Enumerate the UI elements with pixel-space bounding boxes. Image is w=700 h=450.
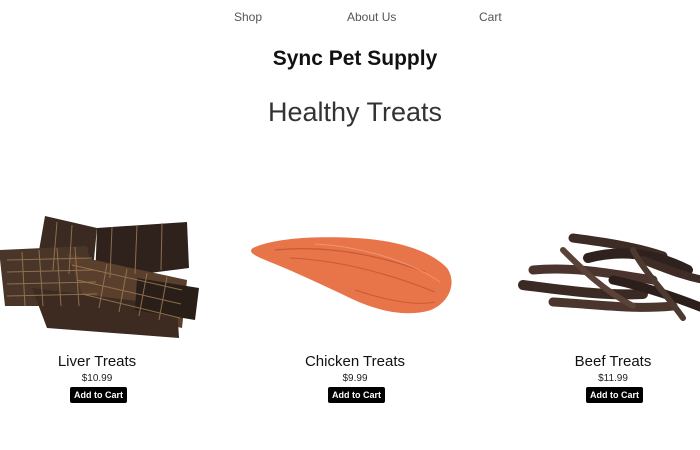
product-name: Chicken Treats xyxy=(304,353,406,370)
product-card: Liver Treats $10.99 Add to Cart xyxy=(0,210,217,410)
brand-title: Sync Pet Supply xyxy=(272,47,438,70)
add-to-cart-button[interactable]: Add to Cart xyxy=(586,387,643,403)
product-card: Chicken Treats $9.99 Add to Cart xyxy=(235,210,475,410)
add-to-cart-button[interactable]: Add to Cart xyxy=(70,387,127,403)
nav-about-link[interactable]: About Us xyxy=(347,10,396,24)
top-nav: Shop About Us Cart xyxy=(0,10,700,28)
liver-treats-image[interactable] xyxy=(0,210,217,350)
add-to-cart-button[interactable]: Add to Cart xyxy=(328,387,385,403)
product-name: Liver Treats xyxy=(57,353,137,370)
product-name: Beef Treats xyxy=(574,353,652,370)
beef-treats-image[interactable] xyxy=(493,210,700,350)
nav-cart-link[interactable]: Cart xyxy=(479,10,502,24)
product-price: $11.99 xyxy=(598,373,628,384)
section-title: Healthy Treats xyxy=(267,97,443,127)
product-price: $9.99 xyxy=(342,373,368,384)
product-card: Beef Treats $11.99 Add to Cart xyxy=(493,210,700,410)
nav-shop-link[interactable]: Shop xyxy=(234,10,262,24)
product-price: $10.99 xyxy=(81,373,113,384)
page: Shop About Us Cart Sync Pet Supply Healt… xyxy=(0,0,700,450)
chicken-treats-image[interactable] xyxy=(235,210,475,350)
